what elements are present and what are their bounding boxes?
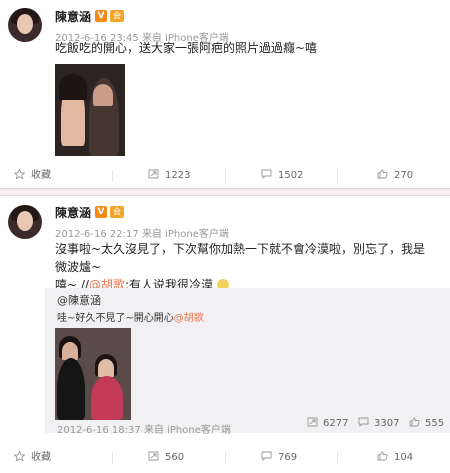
avatar[interactable] <box>8 205 42 239</box>
comment-icon <box>358 417 369 428</box>
forward-photo[interactable] <box>55 328 131 420</box>
like-button[interactable]: 270 <box>377 163 413 189</box>
forward-source[interactable]: 来自 iPhone客户端 <box>144 425 231 436</box>
comment-icon <box>261 451 272 461</box>
thumbs-up-icon <box>377 451 388 461</box>
forward-text: 哇~好久不見了~開心開心@胡歌 <box>57 313 204 324</box>
forward-repost-button[interactable]: 6277 <box>307 417 348 429</box>
comment-icon <box>261 169 272 179</box>
post-photo[interactable] <box>55 64 125 156</box>
forward-author[interactable]: @陳意涵 <box>57 292 101 308</box>
post-separator <box>0 188 450 196</box>
post-text-line-1: 沒事啦~太久沒見了，下次幫你加熱一下就不會冷漠啦，別忘了，我是微波爐~ <box>55 242 426 274</box>
post-text: 沒事啦~太久沒見了，下次幫你加熱一下就不會冷漠啦，別忘了，我是微波爐~ 嘻~ /… <box>55 240 435 294</box>
comment-button[interactable]: 769 <box>261 445 297 471</box>
action-bar: 收藏 1223 1502 270 <box>0 163 450 189</box>
forward-meta: 2012-6-16 18:37 来自 iPhone客户端 <box>57 421 231 436</box>
forwarded-post: @陳意涵 哇~好久不見了~開心開心@胡歌 2012-6-16 18:37 来自 … <box>45 288 450 436</box>
repost-button[interactable]: 1223 <box>148 163 190 189</box>
repost-icon <box>307 417 318 427</box>
favorite-button[interactable]: 收藏 <box>14 445 51 471</box>
post-source[interactable]: 来自 iPhone客户端 <box>142 229 229 240</box>
author-name[interactable]: 陳意涵 <box>55 8 91 25</box>
forward-time[interactable]: 2012-6-16 18:37 <box>57 425 141 436</box>
thumbs-up-icon <box>377 169 388 179</box>
repost-button[interactable]: 560 <box>148 445 184 471</box>
action-bar: 收藏 560 769 104 <box>0 445 450 471</box>
verified-badge-icon: V <box>95 10 107 22</box>
post-time[interactable]: 2012-6-16 22:17 <box>55 229 139 240</box>
mention-link[interactable]: @胡歌 <box>174 313 204 324</box>
avatar[interactable] <box>8 8 42 42</box>
post-text: 吃飯吃的開心，送大家一張阿疤的照片過過癮~嘻 <box>55 41 318 55</box>
forward-like-button[interactable]: 555 <box>409 417 444 429</box>
post-meta: 2012-6-16 22:17 来自 iPhone客户端 <box>55 225 229 240</box>
member-badge-icon: 会 <box>110 206 124 218</box>
comment-button[interactable]: 1502 <box>261 163 303 189</box>
verified-badge-icon: V <box>95 206 107 218</box>
weibo-post-1: 陳意涵 V 会 2012-6-16 23:45 来自 iPhone客户端 吃飯吃… <box>0 0 450 188</box>
member-badge-icon: 会 <box>110 10 124 22</box>
like-button[interactable]: 104 <box>377 445 413 471</box>
star-icon <box>14 451 25 461</box>
thumbs-up-icon <box>409 417 420 427</box>
forward-comment-button[interactable]: 3307 <box>358 417 399 429</box>
star-icon <box>14 169 25 179</box>
favorite-button[interactable]: 收藏 <box>14 163 51 189</box>
repost-icon <box>148 169 159 179</box>
repost-icon <box>148 451 159 461</box>
author-name[interactable]: 陳意涵 <box>55 204 91 221</box>
weibo-post-2: 陳意涵 V 会 2012-6-16 22:17 来自 iPhone客户端 沒事啦… <box>0 196 450 473</box>
